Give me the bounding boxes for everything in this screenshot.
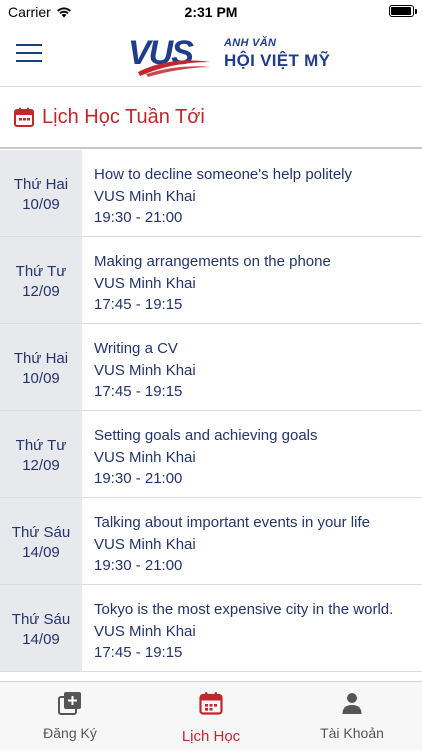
logo-tagline-line1: ANH VĂN	[224, 37, 277, 49]
add-square-icon	[58, 692, 81, 715]
logo-tagline: ANH VĂN HỘI VIỆT MỸ	[224, 37, 331, 70]
section-title: Lịch Học Tuần Tới	[42, 106, 205, 128]
vus-logo-mark: VUS	[128, 34, 210, 77]
class-date: 14/09	[22, 631, 60, 648]
tab-account[interactable]: Tài Khoản	[282, 682, 422, 751]
logo-tagline-line2: HỘI VIỆT MỸ	[224, 51, 331, 70]
user-icon	[342, 693, 362, 714]
day-cell: Thứ Sáu 14/09	[0, 498, 82, 584]
clock: 2:31 PM	[184, 4, 238, 20]
nav-bar: VUS ANH VĂN HỘI VIỆT MỸ	[0, 24, 422, 87]
tab-register[interactable]: Đăng Ký	[0, 682, 140, 751]
day-of-week: Thứ Tư	[15, 437, 67, 454]
class-info: How to decline someone's help politely V…	[94, 164, 422, 229]
calendar-icon	[14, 107, 34, 127]
day-of-week: Thứ Tư	[15, 263, 67, 280]
tab-schedule-label: Lịch Học	[181, 728, 241, 745]
schedule-row[interactable]: Thứ Tư 12/09 Setting goals and achieving…	[0, 411, 422, 498]
class-date: 10/09	[22, 370, 60, 387]
tab-bar: Đăng Ký Lịch Học Tài Khoản	[0, 681, 422, 750]
status-bar: Carrier 2:31 PM	[0, 0, 422, 24]
day-of-week: Thứ Hai	[13, 350, 69, 367]
class-location: VUS Minh Khai	[94, 535, 196, 553]
day-cell: Thứ Tư 12/09	[0, 237, 82, 323]
schedule-row[interactable]: Thứ Sáu 14/09 Talking about important ev…	[0, 498, 422, 585]
day-cell: Thứ Tư 12/09	[0, 411, 82, 497]
class-time: 17:45 - 19:15	[94, 296, 183, 313]
class-time: 19:30 - 21:00	[94, 557, 183, 574]
class-info: Setting goals and achieving goals VUS Mi…	[94, 425, 422, 490]
class-title: Talking about important events in your l…	[94, 514, 370, 531]
class-info: Tokyo is the most expensive city in the …	[94, 599, 422, 664]
class-location: VUS Minh Khai	[94, 622, 196, 640]
day-of-week: Thứ Sáu	[11, 524, 71, 541]
class-date: 10/09	[22, 196, 60, 213]
day-of-week: Thứ Hai	[13, 176, 69, 193]
schedule-row[interactable]: Thứ Hai 10/09 Writing a CV VUS Minh Khai…	[0, 324, 422, 411]
day-cell: Thứ Hai 10/09	[0, 324, 82, 410]
class-info: Writing a CV VUS Minh Khai 17:45 - 19:15	[94, 338, 422, 403]
class-location: VUS Minh Khai	[94, 361, 196, 379]
class-location: VUS Minh Khai	[94, 448, 196, 466]
schedule-row[interactable]: Thứ Hai 10/09 How to decline someone's h…	[0, 150, 422, 237]
tab-schedule[interactable]: Lịch Học	[141, 682, 281, 751]
class-time: 19:30 - 21:00	[94, 209, 183, 226]
battery-level	[391, 7, 411, 15]
class-time: 19:30 - 21:00	[94, 470, 183, 487]
class-date: 14/09	[22, 544, 60, 561]
class-location: VUS Minh Khai	[94, 187, 196, 205]
class-info: Talking about important events in your l…	[94, 512, 422, 577]
calendar-icon	[199, 692, 223, 715]
tab-register-label: Đăng Ký	[43, 725, 97, 741]
class-title: Setting goals and achieving goals	[94, 427, 318, 444]
class-date: 12/09	[22, 457, 60, 474]
vus-logo: VUS ANH VĂN HỘI VIỆT MỸ	[128, 34, 343, 78]
class-info: Making arrangements on the phone VUS Min…	[94, 251, 422, 316]
day-cell: Thứ Hai 10/09	[0, 150, 82, 236]
day-of-week: Thứ Sáu	[11, 611, 71, 628]
class-title: Writing a CV	[94, 340, 178, 357]
schedule-row[interactable]: Thứ Tư 12/09 Making arrangements on the …	[0, 237, 422, 324]
tab-account-label: Tài Khoản	[320, 725, 384, 741]
section-header: Lịch Học Tuần Tới	[0, 87, 422, 149]
battery-icon	[389, 5, 417, 17]
class-title: Tokyo is the most expensive city in the …	[94, 601, 394, 618]
schedule-row[interactable]: Thứ Sáu 14/09 Tokyo is the most expensiv…	[0, 585, 422, 672]
class-date: 12/09	[22, 283, 60, 300]
schedule-list: Thứ Hai 10/09 How to decline someone's h…	[0, 150, 422, 672]
class-location: VUS Minh Khai	[94, 274, 196, 292]
class-time: 17:45 - 19:15	[94, 644, 183, 661]
class-title: How to decline someone's help politely	[94, 166, 353, 183]
hamburger-menu-icon[interactable]	[16, 42, 44, 64]
class-time: 17:45 - 19:15	[94, 383, 183, 400]
class-title: Making arrangements on the phone	[94, 253, 331, 270]
day-cell: Thứ Sáu 14/09	[0, 585, 82, 671]
